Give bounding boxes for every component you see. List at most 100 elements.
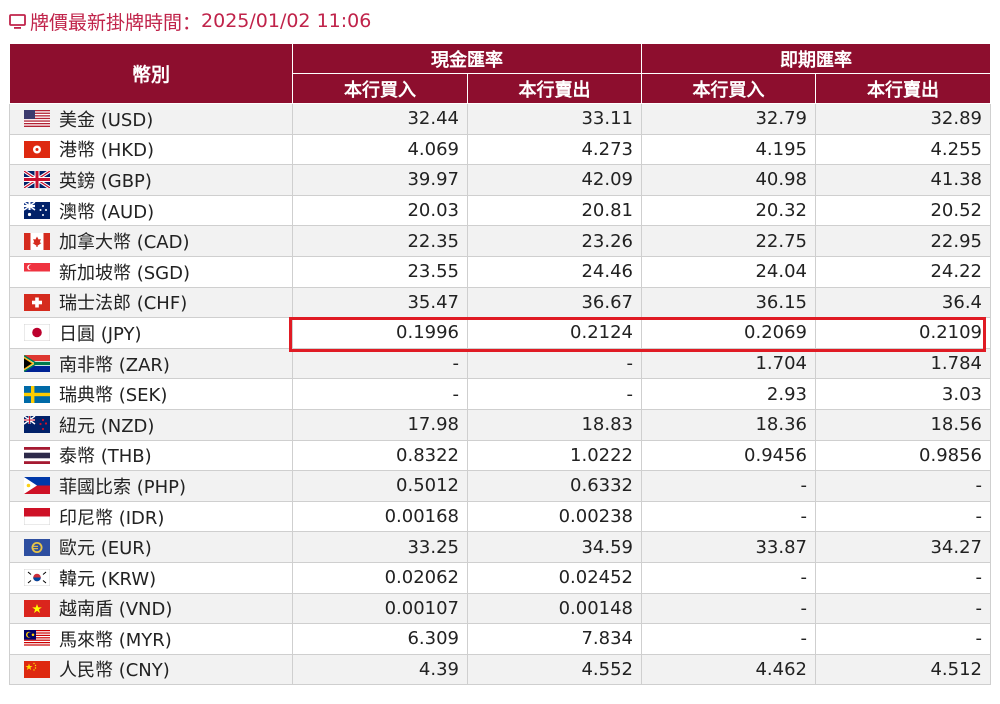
last-updated-label: 牌價最新掛牌時間：: [30, 11, 202, 34]
cash-buy-header: 本行買入: [292, 73, 468, 104]
cash-sell-cell: 0.6332: [467, 470, 642, 502]
flag-cn-icon: [24, 660, 50, 678]
currency-name-chf: 瑞士法郎 (CHF): [59, 293, 188, 315]
spot-sell-cell: 20.52: [815, 194, 991, 227]
currency-name-jpy: 日圓 (JPY): [59, 323, 142, 345]
monitor-icon: [9, 13, 26, 29]
spot-sell-cell: 36.4: [815, 286, 991, 319]
spot-sell-cell: 0.9856: [815, 439, 991, 472]
spot-buy-cell: 0.9456: [641, 439, 816, 472]
spot-buy-cell: 36.15: [641, 286, 816, 319]
currency-cell: 瑞士法郎 (CHF): [9, 286, 293, 319]
currency-name-usd: 美金 (USD): [59, 109, 154, 131]
flag-jp-icon: [24, 324, 50, 342]
rate-row: 瑞士法郎 (CHF) 35.47 36.67 36.15 36.4: [9, 286, 991, 319]
flag-gb-icon: [24, 171, 50, 189]
currency-name-hkd: 港幣 (HKD): [59, 140, 154, 162]
spot-sell-cell: -: [815, 470, 991, 502]
rate-row: 泰幣 (THB) 0.8322 1.0222 0.9456 0.9856: [9, 439, 991, 472]
spot-buy-cell: 1.704: [641, 347, 816, 380]
cash-sell-cell: 4.552: [467, 653, 642, 686]
spot-buy-cell: 24.04: [641, 255, 816, 288]
cash-sell-cell: 7.834: [467, 623, 642, 655]
cash-sell-cell: 33.11: [467, 103, 642, 135]
cash-buy-cell: 0.02062: [292, 561, 468, 594]
spot-buy-cell: -: [641, 623, 816, 655]
currency-name-sek: 瑞典幣 (SEK): [59, 385, 168, 407]
flag-ch-icon: [24, 293, 50, 311]
spot-sell-cell: 41.38: [815, 164, 991, 196]
cash-sell-cell: 1.0222: [467, 439, 642, 472]
rate-row: 越南盾 (VND) 0.00107 0.00148- -: [9, 592, 991, 625]
cash-buy-cell: -: [292, 347, 468, 380]
cash-rate-header: 現金匯率: [292, 43, 642, 74]
cash-sell-cell: 0.2124: [467, 317, 642, 349]
spot-buy-cell: 40.98: [641, 164, 816, 196]
currency-name-cny: 人民幣 (CNY): [59, 660, 170, 682]
spot-sell-cell: -: [815, 623, 991, 655]
cash-buy-cell: 22.35: [292, 225, 468, 257]
cash-sell-cell: 0.02452: [467, 561, 642, 594]
cash-buy-cell: 4.39: [292, 653, 468, 686]
cash-sell-cell: 34.59: [467, 531, 642, 563]
spot-sell-cell: 24.22: [815, 255, 991, 288]
exchange-rate-table: 幣別 現金匯率 即期匯率 本行買入 本行賣出 本行買入 本行賣出 美金 (USD…: [9, 43, 991, 686]
cash-sell-cell: 4.273: [467, 133, 642, 166]
currency-name-zar: 南非幣 (ZAR): [59, 354, 170, 376]
spot-sell-cell: -: [815, 592, 991, 625]
flag-eu-icon: [24, 538, 50, 556]
spot-buy-cell: 2.93: [641, 378, 816, 410]
cash-buy-cell: 6.309: [292, 623, 468, 655]
rate-row: 南非幣 (ZAR) - -1.704 1.784: [9, 347, 991, 380]
currency-name-myr: 馬來幣 (MYR): [59, 629, 172, 651]
currency-cell: 紐元 (NZD): [9, 408, 293, 441]
flag-ph-icon: [24, 477, 50, 495]
cash-sell-cell: -: [467, 378, 642, 410]
cash-buy-cell: 4.069: [292, 133, 468, 166]
currency-cell: 印尼幣 (IDR): [9, 500, 293, 533]
currency-cell: 泰幣 (THB): [9, 439, 293, 472]
currency-cell: 新加坡幣 (SGD): [9, 255, 293, 288]
spot-sell-cell: 4.255: [815, 133, 991, 166]
flag-za-icon: [24, 355, 50, 373]
cash-sell-cell: 23.26: [467, 225, 642, 257]
currency-cell: 瑞典幣 (SEK): [9, 378, 293, 410]
currency-name-eur: 歐元 (EUR): [59, 538, 152, 560]
cash-buy-cell: 39.97: [292, 164, 468, 196]
spot-sell-cell: -: [815, 561, 991, 594]
spot-buy-cell: 20.32: [641, 194, 816, 227]
rate-row: 人民幣 (CNY) 4.39 4.552 4.462 4.512: [9, 653, 991, 686]
rate-row: 日圓 (JPY) 0.1996 0.2124 0.2069 0.2109: [9, 317, 991, 349]
spot-sell-header: 本行賣出: [815, 73, 991, 104]
cash-buy-cell: 23.55: [292, 255, 468, 288]
spot-buy-cell: 32.79: [641, 103, 816, 135]
spot-sell-cell: 18.56: [815, 408, 991, 441]
spot-buy-cell: -: [641, 561, 816, 594]
flag-hk-icon: [24, 140, 50, 158]
cash-buy-cell: -: [292, 378, 468, 410]
flag-kr-icon: [24, 569, 50, 587]
currency-cell: 菲國比索 (PHP): [9, 470, 293, 502]
flag-nz-icon: [24, 416, 50, 434]
spot-rate-header: 即期匯率: [641, 43, 991, 74]
currency-cell: 歐元 (EUR): [9, 531, 293, 563]
rate-row: 加拿大幣 (CAD) 22.35 23.26 22.75 22.95: [9, 225, 991, 257]
cash-sell-cell: 18.83: [467, 408, 642, 441]
currency-cell: 越南盾 (VND): [9, 592, 293, 625]
flag-vn-icon: [24, 599, 50, 617]
cash-buy-cell: 32.44: [292, 103, 468, 135]
flag-th-icon: [24, 446, 50, 464]
currency-name-aud: 澳幣 (AUD): [59, 201, 155, 223]
flag-sg-icon: [24, 263, 50, 281]
cash-buy-cell: 0.5012: [292, 470, 468, 502]
cash-sell-header: 本行賣出: [467, 73, 642, 104]
cash-buy-cell: 0.00107: [292, 592, 468, 625]
rate-row: 美金 (USD) 32.44 33.11 32.79 32.89: [9, 103, 991, 135]
spot-buy-cell: 4.462: [641, 653, 816, 686]
cash-sell-cell: 24.46: [467, 255, 642, 288]
cash-buy-cell: 0.00168: [292, 500, 468, 533]
currency-name-vnd: 越南盾 (VND): [59, 599, 173, 621]
currency-column-header: 幣別: [9, 43, 293, 104]
currency-name-sgd: 新加坡幣 (SGD): [59, 262, 191, 284]
cash-sell-cell: -: [467, 347, 642, 380]
